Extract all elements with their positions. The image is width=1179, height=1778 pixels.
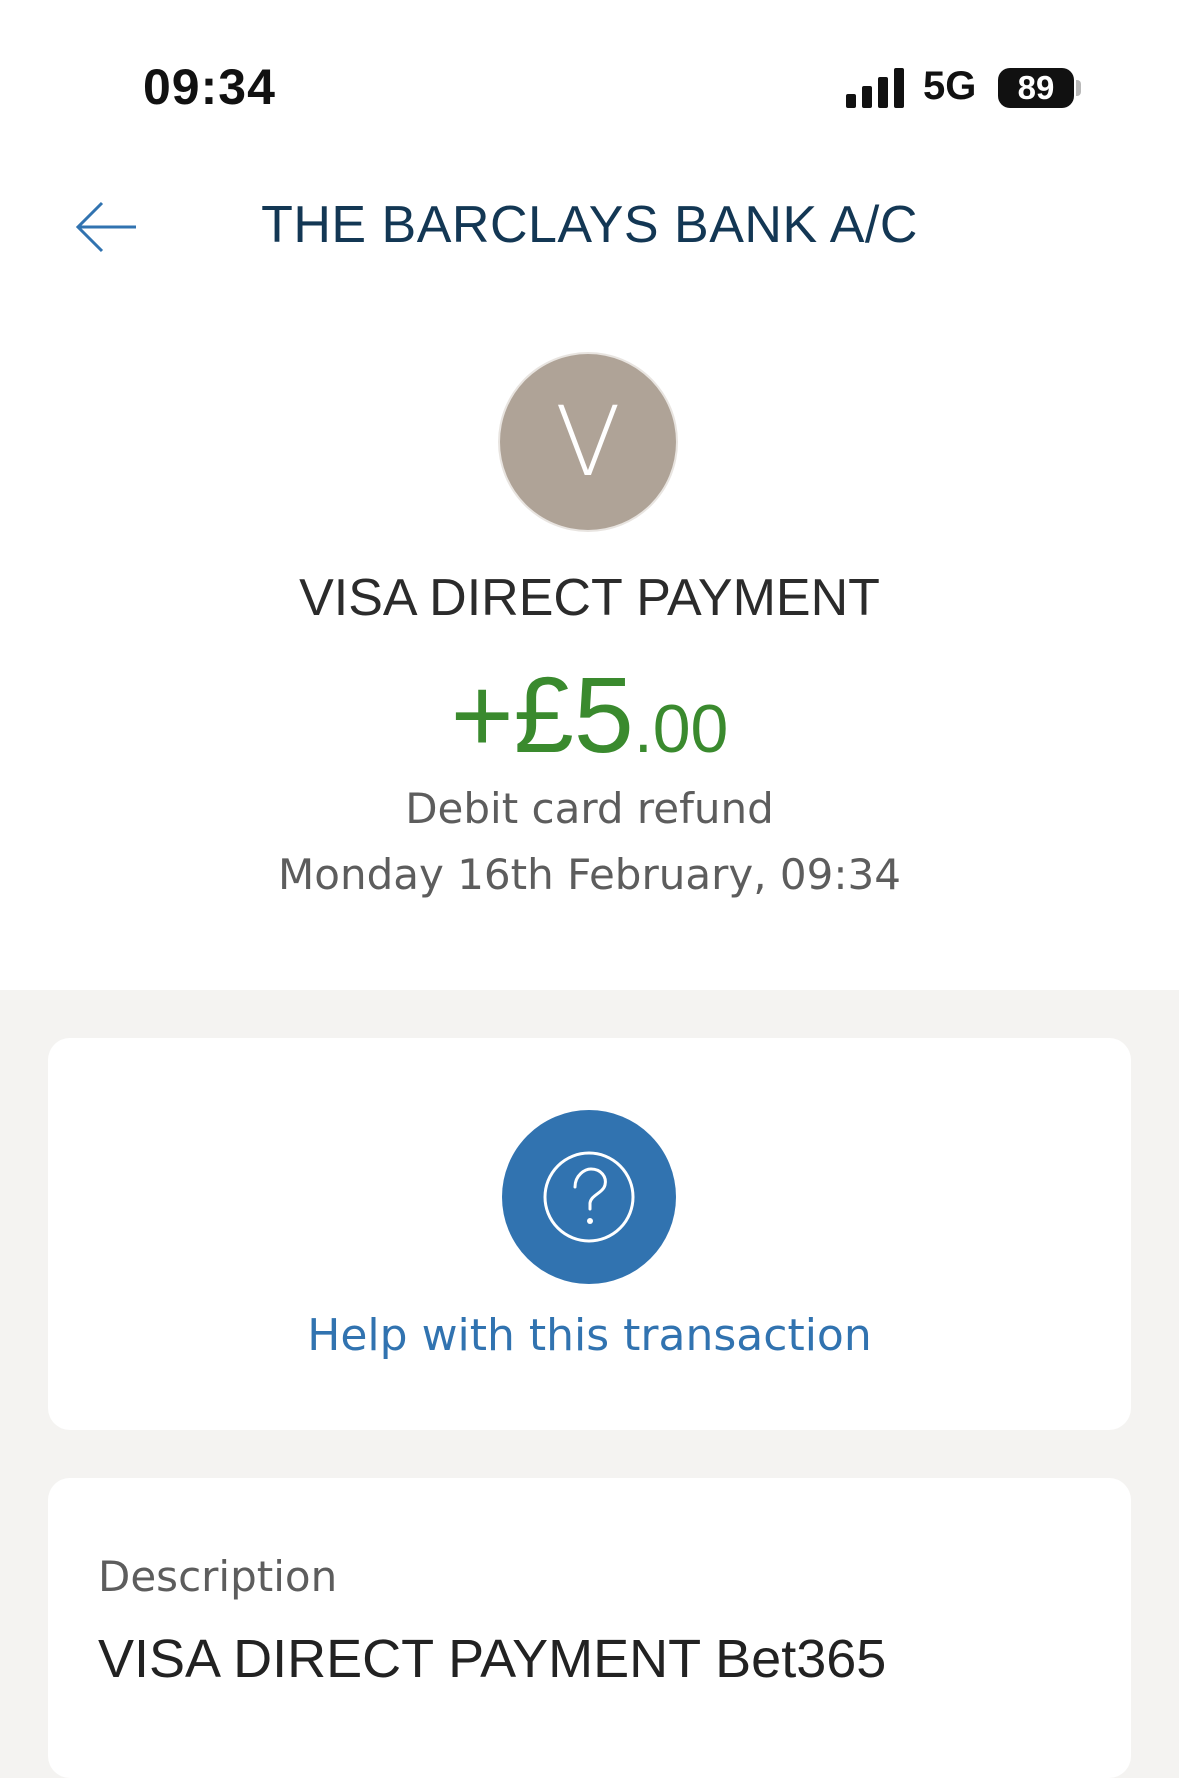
help-card[interactable]: Help with this transaction <box>48 1038 1131 1430</box>
transaction-amount: +£5.00 <box>0 652 1179 777</box>
description-label: Description <box>98 1552 338 1601</box>
merchant-avatar: V <box>500 354 676 530</box>
description-value: VISA DIRECT PAYMENT Bet365 <box>98 1629 887 1689</box>
network-type-label: 5G <box>923 64 977 108</box>
help-link[interactable]: Help with this transaction <box>48 1310 1131 1361</box>
question-circle-icon <box>543 1151 635 1243</box>
status-time: 09:34 <box>143 59 276 115</box>
transaction-datetime: Monday 16th February, 09:34 <box>278 850 901 899</box>
amount-main: +£5 <box>450 654 634 775</box>
cellular-signal-icon <box>846 68 904 108</box>
merchant-name: VISA DIRECT PAYMENT <box>299 569 880 627</box>
help-button[interactable] <box>502 1110 676 1284</box>
battery-tip <box>1076 80 1081 96</box>
transaction-type: Debit card refund <box>405 784 774 833</box>
page-title: THE BARCLAYS BANK A/C <box>261 196 918 254</box>
description-card: Description VISA DIRECT PAYMENT Bet365 <box>48 1478 1131 1778</box>
amount-pence: .00 <box>633 691 729 767</box>
battery-icon: 89 <box>998 68 1074 108</box>
